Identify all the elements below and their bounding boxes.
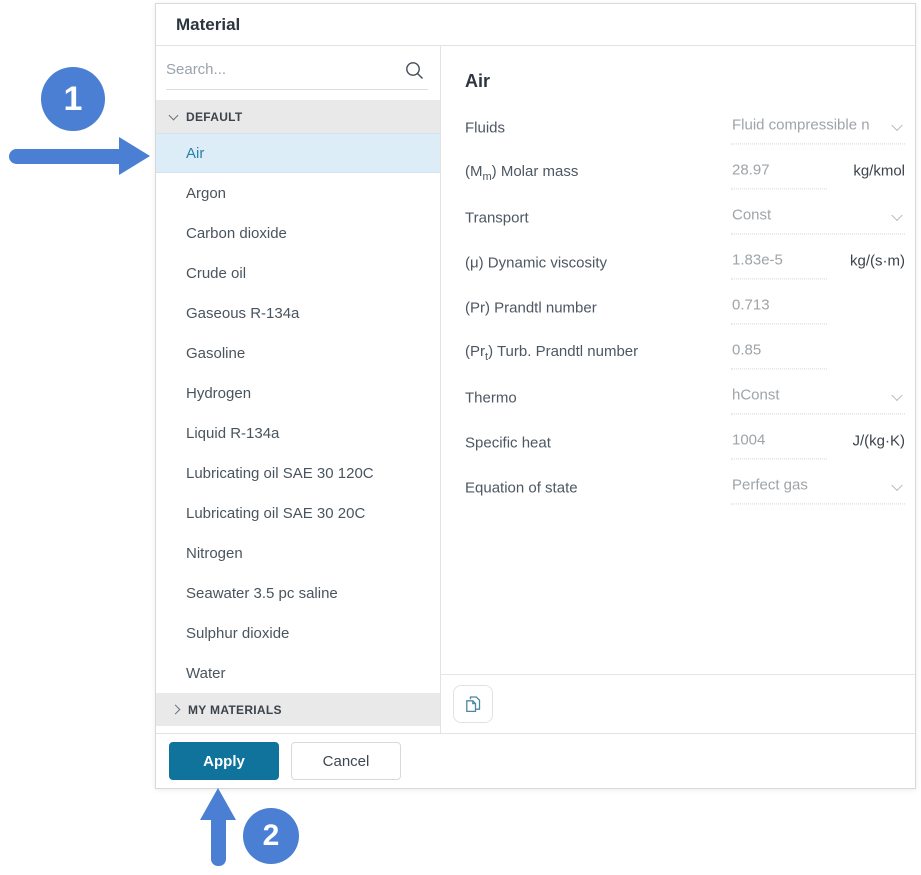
material-item-gaseous-r-134a[interactable]: Gaseous R-134a: [156, 293, 440, 333]
annotation-arrow-1: [9, 149, 121, 164]
material-item-air[interactable]: Air: [156, 133, 440, 173]
field-control: Fluid compressible n: [731, 115, 905, 145]
material-details-panel: Air Fluids Fluid compressible n (Mm) Molar…: [441, 46, 915, 733]
material-list: DEFAULTAirArgonCarbon dioxideCrude oilGa…: [156, 100, 440, 726]
annotation-step-2-badge: 2: [243, 808, 299, 864]
field-unit: J/(kg·K): [853, 432, 906, 449]
material-item-crude-oil[interactable]: Crude oil: [156, 253, 440, 293]
copy-icon: [464, 695, 482, 714]
field-label: (μ) Dynamic viscosity: [465, 254, 607, 271]
field-label: Equation of state: [465, 479, 578, 496]
field-row: Specific heat 1004 J/(kg·K): [441, 420, 915, 465]
chevron-down-icon: [169, 110, 179, 120]
field-label: Fluids: [465, 119, 505, 136]
dialog-header: Material: [156, 4, 915, 46]
field-input[interactable]: 1004: [731, 430, 827, 459]
material-item-lubricating-oil-sae-30-120c[interactable]: Lubricating oil SAE 30 120C: [156, 453, 440, 493]
field-control: 1004 J/(kg·K): [731, 430, 905, 460]
field-control: hConst: [731, 385, 905, 415]
dialog-body: DEFAULTAirArgonCarbon dioxideCrude oilGa…: [156, 46, 915, 733]
material-item-sulphur-dioxide[interactable]: Sulphur dioxide: [156, 613, 440, 653]
field-row: (Pr) Prandtl number 0.713: [441, 285, 915, 330]
field-label: (Pr) Prandtl number: [465, 299, 597, 316]
annotation-step-1-badge: 1: [41, 67, 105, 131]
field-input[interactable]: 0.713: [731, 295, 827, 324]
material-item-nitrogen[interactable]: Nitrogen: [156, 533, 440, 573]
annotation-arrow-2: [211, 818, 226, 866]
field-unit: kg/kmol: [853, 162, 905, 179]
field-select[interactable]: Const: [731, 205, 905, 234]
field-label: Thermo: [465, 389, 517, 406]
group-label: DEFAULT: [186, 110, 243, 124]
annotation-arrow-2-head-icon: [200, 788, 236, 820]
field-row: Fluids Fluid compressible n: [441, 105, 915, 150]
field-unit: kg/(s·m): [850, 252, 905, 269]
material-item-liquid-r-134a[interactable]: Liquid R-134a: [156, 413, 440, 453]
group-header-default[interactable]: DEFAULT: [156, 100, 440, 133]
search-input[interactable]: [166, 56, 428, 90]
field-label: (Mm) Molar mass: [465, 163, 578, 183]
field-control: 0.713: [731, 295, 905, 325]
field-input[interactable]: 0.85: [731, 340, 827, 369]
copy-material-button[interactable]: [453, 685, 493, 723]
field-control: 1.83e-5 kg/(s·m): [731, 250, 905, 280]
field-control: Const: [731, 205, 905, 235]
field-row: (μ) Dynamic viscosity 1.83e-5 kg/(s·m): [441, 240, 915, 285]
cancel-button[interactable]: Cancel: [291, 742, 401, 780]
apply-button[interactable]: Apply: [169, 742, 279, 780]
field-select[interactable]: Perfect gas: [731, 475, 905, 504]
field-label: (Prt) Turb. Prandtl number: [465, 343, 638, 363]
field-select[interactable]: hConst: [731, 385, 905, 414]
material-item-hydrogen[interactable]: Hydrogen: [156, 373, 440, 413]
fields-container: Fluids Fluid compressible n (Mm) Molar mas…: [441, 105, 915, 510]
field-input[interactable]: 1.83e-5: [731, 250, 827, 279]
material-item-water[interactable]: Water: [156, 653, 440, 693]
material-item-lubricating-oil-sae-30-20c[interactable]: Lubricating oil SAE 30 20C: [156, 493, 440, 533]
field-label: Specific heat: [465, 434, 551, 451]
field-control: 28.97 kg/kmol: [731, 160, 905, 190]
field-label: Transport: [465, 209, 529, 226]
annotation-arrow-1-head-icon: [119, 137, 150, 175]
group-label: MY MATERIALS: [188, 703, 282, 717]
field-row: Thermo hConst: [441, 375, 915, 420]
field-row: (Mm) Molar mass 28.97 kg/kmol: [441, 150, 915, 195]
action-strip: [441, 674, 915, 733]
material-item-carbon-dioxide[interactable]: Carbon dioxide: [156, 213, 440, 253]
group-header-my-materials[interactable]: MY MATERIALS: [156, 693, 440, 726]
material-item-argon[interactable]: Argon: [156, 173, 440, 213]
field-row: Equation of state Perfect gas: [441, 465, 915, 510]
field-row: (Prt) Turb. Prandtl number 0.85: [441, 330, 915, 375]
field-select[interactable]: Fluid compressible n: [731, 115, 905, 144]
field-control: 0.85: [731, 340, 905, 370]
material-list-panel: DEFAULTAirArgonCarbon dioxideCrude oilGa…: [156, 46, 441, 733]
search-row: [156, 46, 440, 100]
search-icon: [405, 61, 424, 80]
field-control: Perfect gas: [731, 475, 905, 505]
material-dialog: Material DEFAULTAirArgonCarbon dioxideCr…: [155, 3, 916, 789]
field-row: Transport Const: [441, 195, 915, 240]
dialog-footer: Apply Cancel: [156, 733, 915, 788]
chevron-right-icon: [171, 705, 181, 715]
page: Material DEFAULTAirArgonCarbon dioxideCr…: [0, 0, 921, 875]
field-input[interactable]: 28.97: [731, 160, 827, 189]
page-title: Material: [176, 15, 240, 35]
material-item-seawater-3-5-pc-saline[interactable]: Seawater 3.5 pc saline: [156, 573, 440, 613]
material-title: Air: [465, 71, 915, 92]
material-item-gasoline[interactable]: Gasoline: [156, 333, 440, 373]
